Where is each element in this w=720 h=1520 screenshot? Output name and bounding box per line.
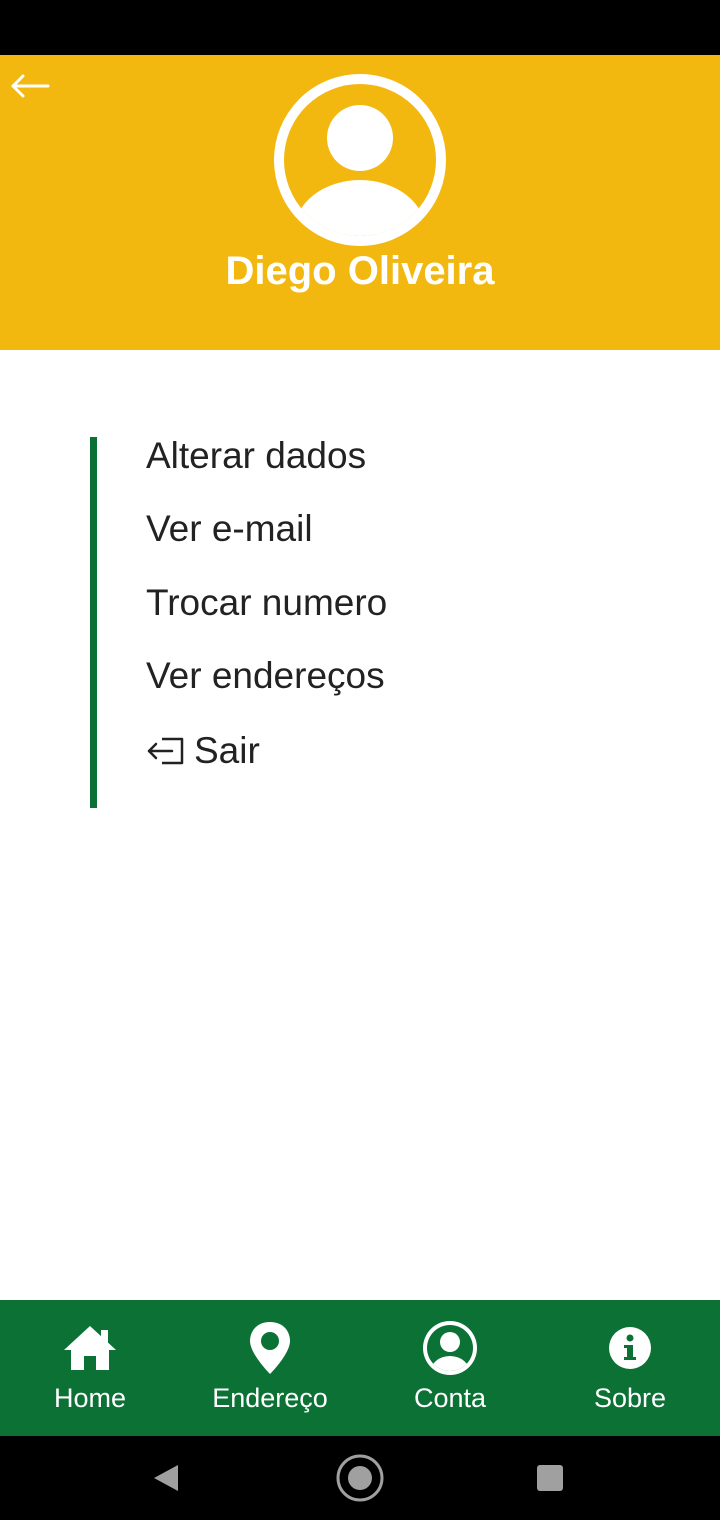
nav-sobre[interactable]: Sobre [540,1300,720,1436]
user-circle-icon [274,74,446,246]
back-triangle-icon [154,1465,178,1491]
menu-item-label: Ver endereços [146,655,385,696]
menu-item-ver-email[interactable]: Ver e-mail [146,499,596,559]
logout-icon [147,737,184,765]
account-menu: Alterar dados Ver e-mail Trocar numero V… [90,435,657,808]
menu-item-ver-enderecos[interactable]: Ver endereços [146,646,596,706]
arrow-left-icon [11,74,50,98]
nav-endereco[interactable]: Endereço [180,1300,360,1436]
home-icon [64,1326,116,1370]
menu-item-label: Trocar numero [146,582,388,623]
system-home-button[interactable] [332,1450,388,1506]
nav-label: Home [53,1383,127,1413]
info-icon [609,1327,651,1369]
system-back-button[interactable] [138,1450,194,1506]
menu-item-sair[interactable]: Sair [146,721,596,781]
status-bar [0,0,720,55]
user-icon [423,1321,477,1375]
map-pin-icon [250,1322,290,1374]
home-circle-icon [336,1454,384,1502]
menu-item-trocar-numero[interactable]: Trocar numero [146,573,596,633]
nav-label: Conta [413,1383,487,1413]
menu-item-label: Sair [194,730,260,771]
recents-square-icon [537,1465,563,1491]
back-button[interactable] [8,69,52,103]
nav-home[interactable]: Home [0,1300,180,1436]
menu-item-label: Alterar dados [146,435,367,476]
nav-label: Endereço [212,1383,328,1413]
nav-conta[interactable]: Conta [360,1300,540,1436]
system-navigation-bar [0,1436,720,1520]
system-recents-button[interactable] [522,1450,578,1506]
bottom-navigation: Home Endereço Conta Sobre [0,1300,720,1436]
nav-label: Sobre [593,1383,667,1413]
menu-item-label: Ver e-mail [146,508,313,549]
profile-name: Diego Oliveira [225,249,495,293]
profile-header: Diego Oliveira [0,55,720,350]
menu-item-alterar-dados[interactable]: Alterar dados [146,426,596,486]
